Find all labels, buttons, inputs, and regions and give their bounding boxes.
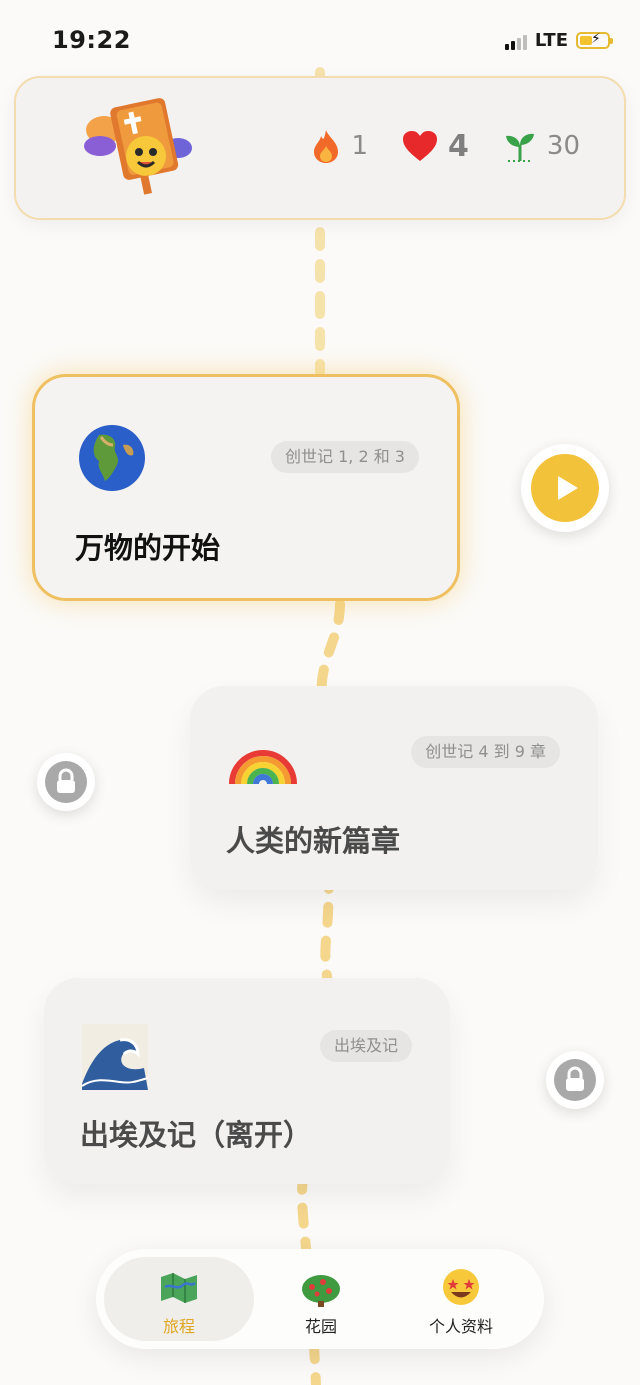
lock-icon xyxy=(57,768,75,793)
rainbow-icon xyxy=(229,750,297,785)
lesson-title: 人类的新篇章 xyxy=(226,824,401,858)
star-struck-face-icon xyxy=(443,1269,479,1305)
lesson-card-genesis-1-3[interactable]: 创世记 1, 2 和 3 万物的开始 xyxy=(32,374,460,601)
bottom-tab-bar: 旅程 花园 个人资料 xyxy=(96,1249,544,1349)
lesson-card-exodus[interactable]: 出埃及记 出埃及记（离开） xyxy=(44,978,450,1184)
tab-label: 个人资料 xyxy=(428,1317,493,1336)
streak-count: 1 xyxy=(351,131,369,161)
play-lesson-button[interactable] xyxy=(521,444,609,532)
lesson-card-genesis-4-9[interactable]: 创世记 4 到 9 章 人类的新篇章 xyxy=(190,686,598,890)
sprout-icon xyxy=(505,133,534,162)
fire-icon xyxy=(314,130,339,163)
lock-icon xyxy=(566,1066,584,1091)
lesson-title: 万物的开始 xyxy=(75,531,221,565)
tab-profile[interactable]: 个人资料 xyxy=(386,1257,536,1341)
stats-row: 1 4 30 xyxy=(311,128,580,164)
seeds-stat: 30 xyxy=(503,129,580,163)
globe-icon xyxy=(79,425,145,491)
lives-stat: 4 xyxy=(402,129,469,164)
locked-lesson-button[interactable] xyxy=(37,753,95,811)
tab-label: 旅程 xyxy=(162,1317,195,1336)
tab-garden[interactable]: 花园 xyxy=(246,1257,396,1341)
scripture-badge: 创世记 4 到 9 章 xyxy=(411,736,560,768)
map-icon xyxy=(161,1273,197,1303)
heart-icon xyxy=(403,131,438,161)
lives-count: 4 xyxy=(448,128,469,164)
tab-journey[interactable]: 旅程 xyxy=(104,1257,254,1341)
locked-lesson-button[interactable] xyxy=(546,1051,604,1109)
streak-stat: 1 xyxy=(311,128,368,164)
seeds-count: 30 xyxy=(546,131,580,161)
scripture-badge: 出埃及记 xyxy=(319,1030,412,1062)
lesson-title: 出埃及记（离开） xyxy=(80,1118,313,1152)
stats-header-card: 1 4 30 xyxy=(14,76,626,220)
tab-label: 花园 xyxy=(304,1317,337,1336)
wave-icon xyxy=(81,1024,149,1090)
play-icon xyxy=(558,476,578,500)
bible-mascot-icon xyxy=(84,98,192,195)
garden-bush-icon xyxy=(302,1275,340,1307)
scripture-badge: 创世记 1, 2 和 3 xyxy=(271,441,419,473)
